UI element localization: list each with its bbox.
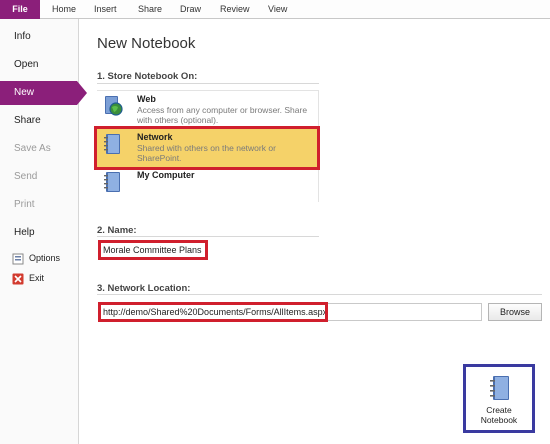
browse-button[interactable]: Browse <box>488 303 542 321</box>
network-location-input-extension[interactable] <box>328 303 482 321</box>
tab-share[interactable]: Share <box>138 0 162 19</box>
nav-item-send[interactable]: Send <box>0 165 79 189</box>
notebook-name-input[interactable]: Morale Committee Plans <box>98 240 208 260</box>
options-label: Options <box>29 253 61 263</box>
store-heading: 1. Store Notebook On: <box>97 71 198 82</box>
exit-label: Exit <box>29 273 45 283</box>
exit-icon <box>12 273 24 285</box>
web-globe-icon <box>105 96 123 116</box>
location-my-computer-name: My Computer <box>137 170 195 180</box>
network-location-divider <box>97 294 542 295</box>
name-heading: 2. Name: <box>97 225 137 236</box>
location-network[interactable]: Network Shared with others on the networ… <box>94 126 320 170</box>
nav-item-options[interactable]: Options <box>12 250 60 266</box>
tab-file[interactable]: File <box>0 0 40 19</box>
page-title: New Notebook <box>97 35 196 52</box>
location-network-name: Network <box>137 132 173 142</box>
create-notebook-icon <box>490 376 509 400</box>
nav-item-info[interactable]: Info <box>0 25 79 49</box>
tab-draw[interactable]: Draw <box>180 0 201 19</box>
location-network-desc: Shared with others on the network or Sha… <box>137 143 276 163</box>
nav-item-new[interactable]: New <box>0 81 87 105</box>
location-my-computer[interactable]: My Computer <box>97 167 317 205</box>
nav-item-save-as[interactable]: Save As <box>0 137 79 161</box>
location-web[interactable]: Web Access from any computer or browser.… <box>97 91 317 129</box>
options-icon <box>12 253 24 265</box>
create-notebook-button[interactable]: Create Notebook <box>463 364 535 433</box>
nav-item-open[interactable]: Open <box>0 53 79 77</box>
location-web-name: Web <box>137 94 156 104</box>
location-web-desc: Access from any computer or browser. Sha… <box>137 105 308 125</box>
nav-item-share[interactable]: Share <box>0 109 79 133</box>
create-label-line1: Create <box>486 405 512 415</box>
backstage-nav: Info Open New Share Save As Send Print H… <box>0 19 87 444</box>
ribbon-tab-bar: File Home Insert Share Draw Review View <box>0 0 550 19</box>
tab-insert[interactable]: Insert <box>94 0 117 19</box>
store-divider <box>97 83 319 84</box>
tab-review[interactable]: Review <box>220 0 250 19</box>
create-notebook-label: Create Notebook <box>466 405 532 425</box>
network-location-heading: 3. Network Location: <box>97 283 191 294</box>
computer-notebook-icon <box>104 172 120 192</box>
nav-item-exit[interactable]: Exit <box>12 270 44 286</box>
create-label-line2: Notebook <box>480 415 518 425</box>
network-location-input[interactable]: http://demo/Shared%20Documents/Forms/All… <box>98 302 328 322</box>
tab-view[interactable]: View <box>268 0 287 19</box>
name-divider <box>97 236 319 237</box>
location-list: Web Access from any computer or browser.… <box>94 90 320 205</box>
nav-item-help[interactable]: Help <box>0 221 79 245</box>
nav-item-print[interactable]: Print <box>0 193 79 217</box>
network-notebook-icon <box>104 134 120 154</box>
tab-home[interactable]: Home <box>52 0 76 19</box>
